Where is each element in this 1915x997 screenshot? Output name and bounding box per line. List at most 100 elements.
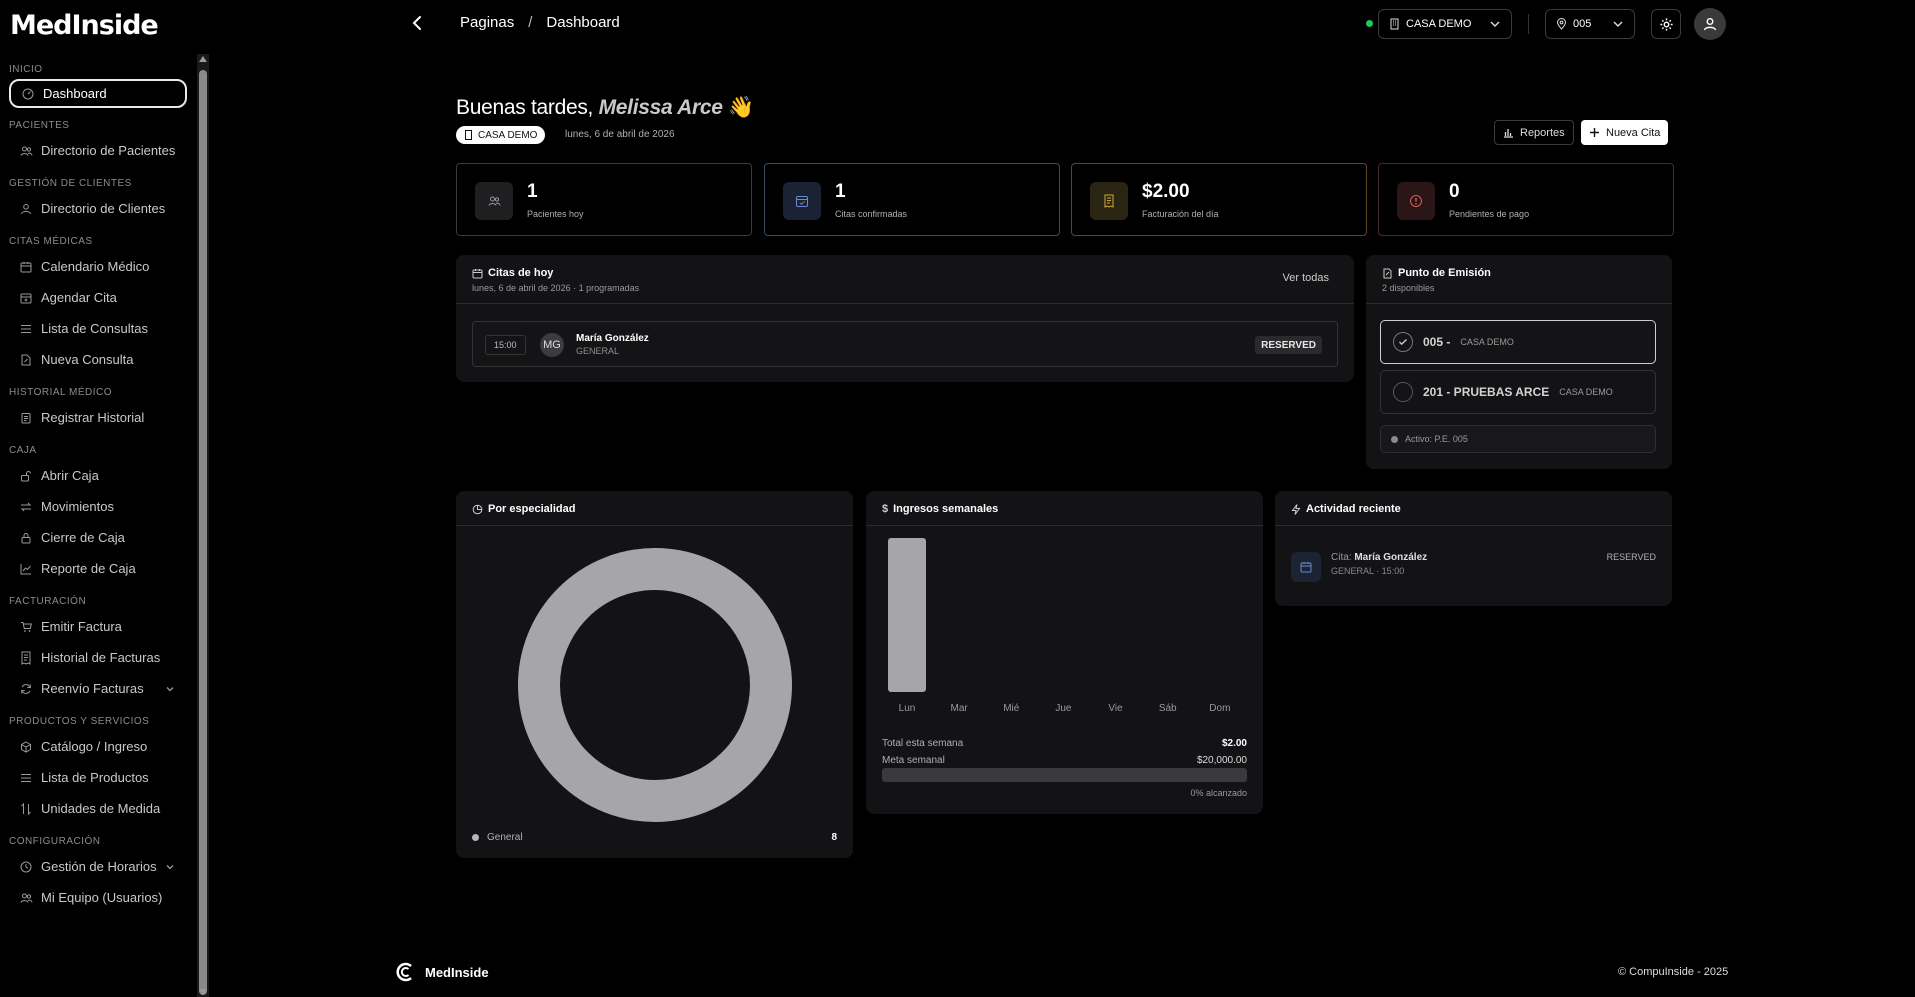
stat-card: 1 Citas confirmadas [764, 163, 1060, 236]
sidebar-item-label: Dashboard [43, 86, 107, 101]
sidebar-item-label: Calendario Médico [41, 259, 150, 274]
stat-label: Citas confirmadas [835, 209, 908, 219]
sidebar-item[interactable]: Directorio de Pacientes [9, 135, 187, 166]
sidebar-item[interactable]: Mi Equipo (Usuarios) [9, 882, 187, 913]
sidebar-item[interactable]: Movimientos [9, 491, 187, 522]
panel-divider [866, 525, 1263, 526]
location-select[interactable]: 005 [1545, 9, 1635, 39]
reports-button[interactable]: Reportes [1494, 120, 1574, 145]
user-icon [1703, 18, 1717, 31]
donut-slice-general[interactable] [518, 548, 792, 822]
topbar-divider [1528, 14, 1529, 34]
sidebar-item-label: Nueva Consulta [41, 352, 134, 367]
emission-option-005[interactable]: 005 - CASA DEMO [1380, 320, 1656, 364]
sidebar-item[interactable]: Reporte de Caja [9, 553, 187, 584]
sidebar-item[interactable]: Cierre de Caja [9, 522, 187, 553]
panel-divider [456, 303, 1354, 304]
scroll-down-icon[interactable] [199, 989, 207, 995]
reports-button-label: Reportes [1520, 126, 1565, 139]
stat-value: 0 [1449, 181, 1460, 202]
bar-lun[interactable] [888, 538, 926, 692]
user-avatar-button[interactable] [1694, 8, 1726, 40]
calendar-icon [19, 260, 33, 274]
view-all-link[interactable]: Ver todas [1283, 272, 1329, 284]
sidebar-item[interactable]: Nueva Consulta [9, 344, 187, 375]
activity-item[interactable]: Cita: María González [1331, 552, 1427, 563]
recent-activity-title: Actividad reciente [1291, 503, 1401, 515]
legend-count: 8 [831, 832, 837, 843]
refresh-icon [19, 682, 33, 696]
stat-label: Pacientes hoy [527, 209, 584, 219]
panel-divider [456, 525, 853, 526]
branch-select[interactable]: CASA DEMO [1378, 9, 1512, 39]
list-icon [19, 771, 33, 785]
sidebar-item[interactable]: Reenvío Facturas [9, 673, 187, 704]
settings-button[interactable] [1651, 9, 1681, 39]
sidebar-item[interactable]: Catálogo / Ingreso [9, 731, 187, 762]
active-emission-text: Activo: P.E. 005 [1405, 434, 1468, 444]
sidebar-item[interactable]: Registrar Historial [9, 402, 187, 433]
appointment-row[interactable]: 15:00 MG María González GENERAL RESERVED [472, 321, 1338, 367]
emission-point-title-text: Punto de Emisión [1398, 267, 1491, 279]
building-icon [465, 130, 472, 140]
plus-icon [1590, 128, 1599, 137]
x-tick-label: Jue [1055, 703, 1072, 713]
stat-label: Pendientes de pago [1449, 209, 1530, 219]
sidebar-section-title: CITAS MÉDICAS [9, 236, 93, 247]
building-icon [1390, 18, 1399, 30]
sort-icon [19, 802, 33, 816]
panel-divider [1275, 525, 1672, 526]
stat-value: 1 [835, 181, 846, 202]
sidebar-item[interactable]: Lista de Consultas [9, 313, 187, 344]
scroll-up-icon[interactable] [199, 56, 207, 62]
branch-chip: CASA DEMO [456, 126, 546, 144]
panel-divider [1366, 303, 1672, 304]
branch-select-value: CASA DEMO [1406, 18, 1472, 30]
x-tick-label: Mié [1003, 703, 1020, 713]
sidebar-item-label: Lista de Consultas [41, 321, 148, 336]
today-appointments-panel: Citas de hoy lunes, 6 de abril de 2026 ·… [456, 255, 1354, 382]
emission-point-subtitle: 2 disponibles [1382, 283, 1435, 293]
sidebar-section-title: GESTIÓN DE CLIENTES [9, 178, 132, 189]
stat-card: 1 Pacientes hoy [456, 163, 752, 236]
greeting-user-name: Melissa Arce [598, 96, 723, 119]
sidebar-item-label: Directorio de Clientes [41, 201, 166, 216]
back-button[interactable] [408, 13, 428, 33]
new-appointment-button[interactable]: Nueva Cita [1581, 120, 1669, 145]
sidebar-item[interactable]: Calendario Médico [9, 251, 187, 282]
breadcrumb-root[interactable]: Paginas [460, 14, 514, 31]
recent-activity-panel: Actividad reciente Cita: María González … [1275, 491, 1672, 606]
sidebar-item[interactable]: Dashboard [9, 79, 187, 108]
sidebar-scrollbar[interactable] [197, 54, 209, 997]
sidebar-item-label: Reporte de Caja [41, 561, 136, 576]
sidebar-item[interactable]: Abrir Caja [9, 460, 187, 491]
sidebar-item-label: Historial de Facturas [41, 650, 161, 665]
sidebar-item[interactable]: Historial de Facturas [9, 642, 187, 673]
users-icon [19, 144, 33, 158]
sidebar-item-label: Cierre de Caja [41, 530, 125, 545]
sidebar-item-label: Lista de Productos [41, 770, 149, 785]
calendar-check-icon [783, 182, 821, 220]
sidebar-section-title: CAJA [9, 445, 37, 456]
x-tick-label: Sáb [1159, 703, 1177, 713]
chevron-down-icon [1490, 21, 1500, 27]
calendar-icon [472, 268, 483, 278]
lightning-icon [1291, 503, 1301, 515]
sidebar-item[interactable]: Directorio de Clientes [9, 193, 187, 224]
emission-option-code: 005 - [1423, 335, 1451, 349]
sidebar-item[interactable]: Gestión de Horarios [9, 851, 187, 882]
emission-option-201[interactable]: 201 - PRUEBAS ARCE CASA DEMO [1380, 370, 1656, 414]
scrollbar-thumb[interactable] [199, 70, 207, 995]
sidebar-item[interactable]: Unidades de Medida [9, 793, 187, 824]
sidebar-item[interactable]: Emitir Factura [9, 611, 187, 642]
brand-logo[interactable]: MedInside [10, 10, 159, 41]
activity-name: María González [1354, 552, 1428, 563]
sidebar-section-title: FACTURACIÓN [9, 596, 87, 607]
sidebar-item[interactable]: Agendar Cita [9, 282, 187, 313]
x-tick-label: Mar [951, 703, 969, 713]
footer-brand: MedInside [395, 961, 489, 983]
receipt-icon [1090, 182, 1128, 220]
bar-chart-icon [1504, 129, 1513, 138]
sidebar-item[interactable]: Lista de Productos [9, 762, 187, 793]
map-pin-icon [1556, 18, 1567, 30]
